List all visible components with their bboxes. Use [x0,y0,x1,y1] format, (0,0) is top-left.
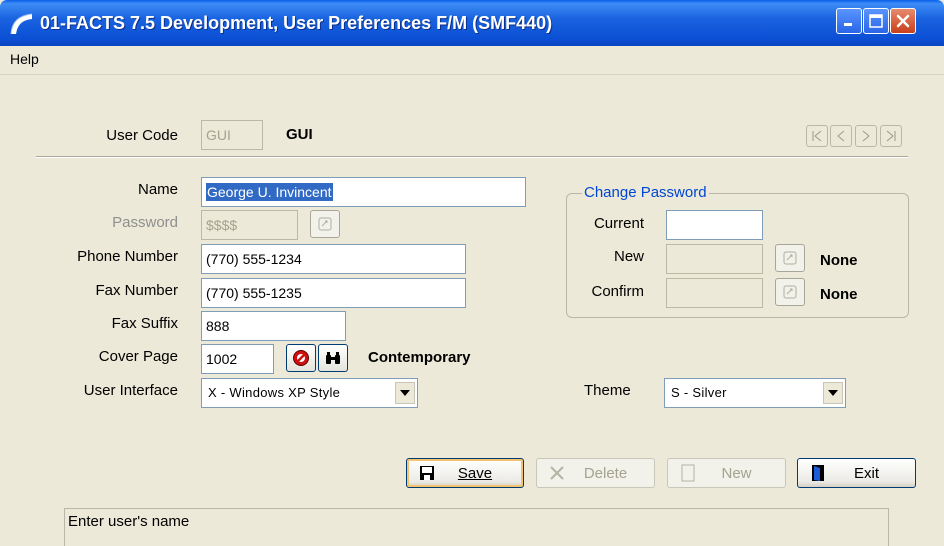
password-field[interactable]: $$$$ [201,210,298,240]
cover-page-description: Contemporary [368,349,471,366]
key-icon [783,251,797,265]
next-record-icon [862,130,870,142]
password-edit-button[interactable] [310,210,340,238]
chevron-down-icon[interactable] [395,382,415,404]
exit-button[interactable]: Exit [797,458,916,488]
new-password-strength: None [820,252,858,269]
cover-page-clear-button[interactable] [286,344,316,372]
fax-suffix-label: Fax Suffix [111,315,178,332]
new-password-generate-button[interactable] [775,244,805,272]
save-label: Save [457,464,493,482]
minimize-button[interactable] [836,8,862,34]
phone-number-input[interactable]: (770) 555-1234 [201,244,466,274]
door-exit-icon [808,463,828,483]
previous-record-icon [837,130,845,142]
menu-help[interactable]: Help [10,51,39,67]
user-interface-select[interactable]: X - Windows XP Style [201,378,418,408]
close-button[interactable] [890,8,916,34]
name-input-value: George U. Invincent [206,183,333,201]
delete-label: Delete [583,464,628,482]
floppy-disk-icon [417,463,437,483]
new-label: New [721,464,752,482]
new-button[interactable]: New [667,458,786,488]
last-record-button[interactable] [880,125,902,147]
fax-suffix-input[interactable]: 888 [201,311,346,341]
window-title: 01-FACTS 7.5 Development, User Preferenc… [40,13,553,33]
app-logo-icon [8,10,34,36]
fax-number-label: Fax Number [95,282,178,299]
menu-bar [0,46,944,75]
maximize-icon [869,14,883,28]
name-input[interactable]: George U. Invincent [201,177,526,207]
current-password-input[interactable] [666,210,763,240]
name-label: Name [137,181,178,198]
current-password-label: Current [593,215,644,232]
chevron-down-icon[interactable] [823,382,843,404]
minimize-icon [844,23,852,26]
confirm-password-generate-button[interactable] [775,278,805,306]
new-password-input[interactable] [666,244,763,274]
header-separator [36,156,908,158]
new-password-label: New [613,248,644,265]
user-interface-selected: X - Windows XP Style [208,385,341,400]
no-symbol-icon [293,350,309,366]
user-interface-label: User Interface [83,382,178,399]
maximize-button[interactable] [863,8,889,34]
new-document-icon [678,463,698,483]
next-record-button[interactable] [855,125,877,147]
exit-label: Exit [853,464,879,482]
close-icon [896,14,910,28]
change-password-title: Change Password [582,184,709,201]
cover-page-lookup-button[interactable] [318,344,348,372]
phone-number-label: Phone Number [77,248,178,265]
theme-label: Theme [584,382,631,399]
save-button[interactable]: Save [406,458,524,488]
previous-record-button[interactable] [830,125,852,147]
theme-selected: S - Silver [671,385,727,400]
cover-page-label: Cover Page [98,348,178,365]
delete-x-icon [547,463,567,483]
first-record-icon [812,130,822,142]
delete-button[interactable]: Delete [536,458,655,488]
first-record-button[interactable] [806,125,828,147]
confirm-password-label: Confirm [591,283,644,300]
fax-number-input[interactable]: (770) 555-1235 [201,278,466,308]
theme-select[interactable]: S - Silver [664,378,846,408]
confirm-password-input[interactable] [666,278,763,308]
password-label: Password [112,214,178,231]
cover-page-input[interactable]: 1002 [201,344,274,374]
confirm-password-strength: None [820,286,858,303]
user-code-field[interactable]: GUI [201,120,263,150]
user-code-label: User Code [106,127,178,144]
binoculars-icon [326,352,340,364]
key-icon [318,217,332,231]
key-icon [783,285,797,299]
user-code-display: GUI [286,126,313,143]
last-record-icon [886,130,896,142]
status-message: Enter user's name [68,513,190,530]
